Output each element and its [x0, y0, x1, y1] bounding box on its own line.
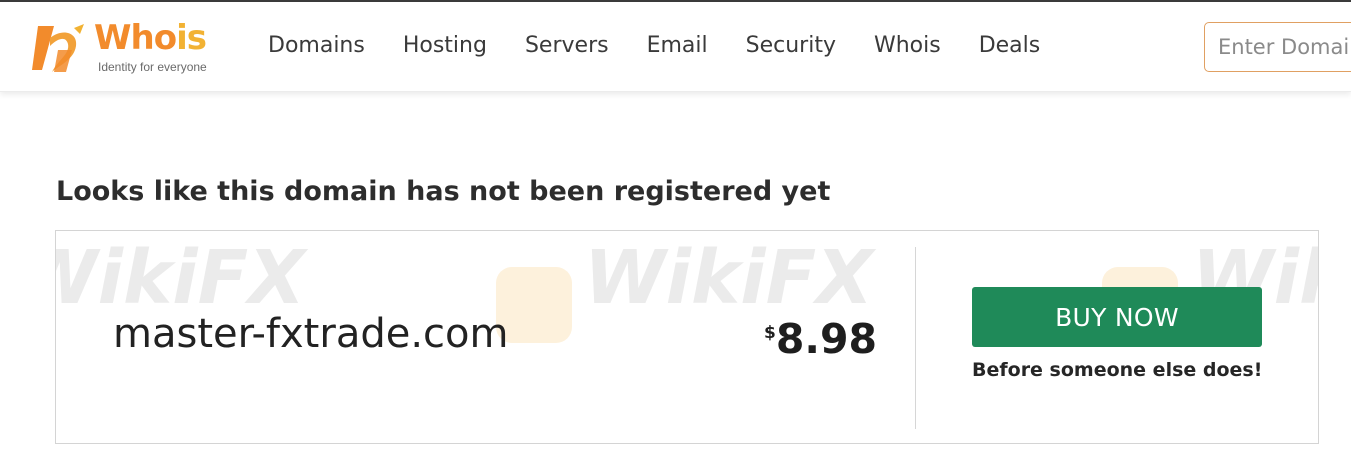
site-header: Whois Identity for everyone Domains Host… — [0, 2, 1351, 92]
buy-now-button[interactable]: BUY NOW — [972, 287, 1262, 347]
buy-now-note: Before someone else does! — [972, 359, 1263, 381]
domain-search-input[interactable] — [1204, 22, 1351, 72]
logo-word-part1: Who — [94, 18, 177, 58]
nav-item-deals[interactable]: Deals — [979, 31, 1041, 61]
price-currency: $ — [764, 323, 776, 343]
nav-item-security[interactable]: Security — [746, 31, 836, 61]
price-amount: 8.98 — [775, 315, 878, 363]
nav-item-domains[interactable]: Domains — [268, 31, 365, 61]
main-nav: Domains Hosting Servers Email Security W… — [268, 31, 1078, 61]
nav-item-email[interactable]: Email — [647, 31, 708, 61]
domain-name: master-fxtrade.com — [113, 311, 509, 357]
logo-wordmark: Whois — [94, 18, 207, 58]
logo-mark-icon — [32, 24, 84, 72]
nav-item-whois[interactable]: Whois — [874, 31, 941, 61]
card-divider — [915, 247, 916, 429]
logo-tagline: Identity for everyone — [98, 60, 207, 74]
whois-logo[interactable]: Whois Identity for everyone — [28, 16, 238, 78]
page-headline: Looks like this domain has not been regi… — [56, 176, 831, 207]
page: Whois Identity for everyone Domains Host… — [0, 0, 1351, 469]
nav-item-servers[interactable]: Servers — [525, 31, 609, 61]
logo-word-part2: is — [176, 18, 207, 58]
domain-price: $8.98 — [764, 315, 877, 363]
domain-result-card: WikiFX WikiFX WikiFX master-fxtrade.com … — [55, 230, 1319, 444]
nav-item-hosting[interactable]: Hosting — [403, 31, 487, 61]
